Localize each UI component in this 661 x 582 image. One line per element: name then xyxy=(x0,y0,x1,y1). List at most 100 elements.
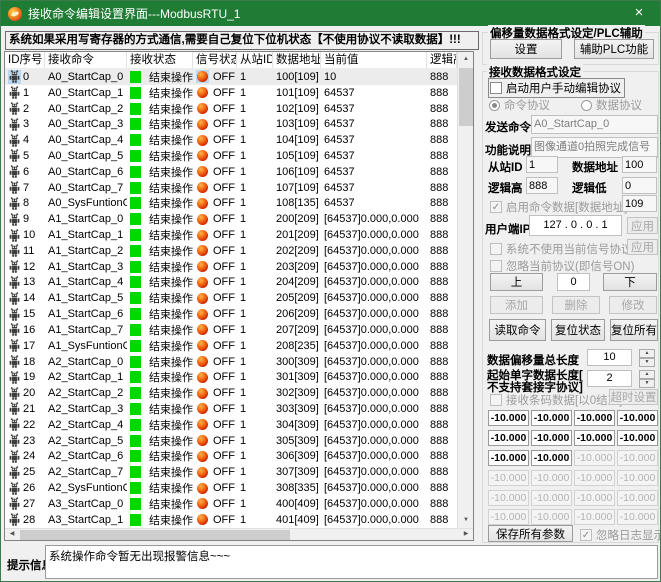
table-row[interactable]: 3 A0_StartCap_3 结束操作 OFF 1 103[109] 6453… xyxy=(5,116,457,132)
offset-value-field[interactable]: -10.000 xyxy=(574,410,615,426)
vertical-scrollbar[interactable]: ▲ ▼ xyxy=(457,52,473,528)
spin-up-icon[interactable]: ▲ xyxy=(639,349,655,358)
word-length-stepper[interactable]: ▲▼ xyxy=(639,370,655,387)
table-row[interactable]: 22 A2_StartCap_4 结束操作 OFF 1 304[309] [64… xyxy=(5,417,457,433)
table-row[interactable]: 20 A2_StartCap_2 结束操作 OFF 1 302[309] [64… xyxy=(5,385,457,401)
radio-icon[interactable] xyxy=(581,100,592,111)
column-header[interactable]: 数据地址 xyxy=(273,52,321,68)
reset-state-button[interactable]: 复位状态 xyxy=(551,319,605,341)
manual-protocol-checkbox[interactable]: 启动用户手动编辑协议 xyxy=(488,78,625,98)
spin-down-icon[interactable]: ▼ xyxy=(639,358,655,367)
offset-value-field[interactable]: -10.000 xyxy=(488,450,529,466)
checkbox-icon[interactable] xyxy=(490,243,502,255)
horizontal-scroll-thumb[interactable] xyxy=(20,530,290,540)
table-row[interactable]: 13 A1_StartCap_4 结束操作 OFF 1 204[209] [64… xyxy=(5,275,457,291)
reset-all-button[interactable]: 复位所有 xyxy=(610,319,658,341)
column-header[interactable]: 当前值 xyxy=(321,52,427,68)
table-row[interactable]: 26 A2_SysFuntionCMD 结束操作 OFF 1 308[335] … xyxy=(5,480,457,496)
table-row[interactable]: 2 A0_StartCap_2 结束操作 OFF 1 102[109] 6453… xyxy=(5,101,457,117)
radio-selected-icon[interactable] xyxy=(489,100,500,111)
table-row[interactable]: 5 A0_StartCap_5 结束操作 OFF 1 105[109] 6453… xyxy=(5,148,457,164)
table-row[interactable]: 8 A0_SysFuntionCMD 结束操作 OFF 1 108[135] 6… xyxy=(5,196,457,212)
data-addr-field[interactable]: 100 xyxy=(622,156,657,173)
scroll-down-icon[interactable]: ▼ xyxy=(458,513,474,528)
offset-value-field[interactable]: -10.000 xyxy=(617,430,658,446)
checkbox-icon[interactable] xyxy=(490,260,502,272)
table-row[interactable]: 6 A0_StartCap_6 结束操作 OFF 1 106[109] 6453… xyxy=(5,164,457,180)
row-signal: OFF xyxy=(213,371,235,383)
table-row[interactable]: 10 A1_StartCap_1 结束操作 OFF 1 201[209] [64… xyxy=(5,227,457,243)
table-row[interactable]: 16 A1_StartCap_7 结束操作 OFF 1 207[209] [64… xyxy=(5,322,457,338)
table-row[interactable]: 27 A3_StartCap_0 结束操作 OFF 1 400[409] [64… xyxy=(5,496,457,512)
offset-value-field[interactable]: -10.000 xyxy=(531,450,572,466)
spin-up-icon[interactable]: ▲ xyxy=(639,370,655,379)
offset-value-field[interactable]: -10.000 xyxy=(617,410,658,426)
column-header[interactable]: 接收命令 xyxy=(45,52,127,68)
up-button[interactable]: 上 xyxy=(490,273,543,291)
plc-helper-button[interactable]: 辅助PLC功能 xyxy=(574,39,654,59)
table-row[interactable]: 12 A1_StartCap_3 结束操作 OFF 1 203[209] [64… xyxy=(5,259,457,275)
table-row[interactable]: 25 A2_StartCap_7 结束操作 OFF 1 307[309] [64… xyxy=(5,464,457,480)
close-icon[interactable]: × xyxy=(628,3,650,23)
table-row[interactable]: 1 A0_StartCap_1 结束操作 OFF 1 101[109] 6453… xyxy=(5,85,457,101)
row-command: A1_StartCap_1 xyxy=(45,227,127,243)
set-button[interactable]: 设置 xyxy=(490,39,562,59)
scroll-left-icon[interactable]: ◀ xyxy=(5,529,19,540)
scroll-up-icon[interactable]: ▲ xyxy=(458,52,474,67)
table-row[interactable]: 17 A1_SysFuntionCMD 结束操作 OFF 1 208[235] … xyxy=(5,338,457,354)
func-desc-field[interactable]: 图像通道0拍照完成信号 xyxy=(531,137,658,158)
offset-value-field[interactable]: -10.000 xyxy=(574,430,615,446)
slave-id-field[interactable]: 1 xyxy=(526,156,558,173)
cmd-data-addr-field[interactable]: 109 xyxy=(622,195,657,212)
table-row[interactable]: 15 A1_StartCap_6 结束操作 OFF 1 206[209] [64… xyxy=(5,306,457,322)
table-row[interactable]: 9 A1_StartCap_0 结束操作 OFF 1 200[209] [645… xyxy=(5,211,457,227)
row-slave-id: 1 xyxy=(237,85,273,101)
offset-value-field[interactable]: -10.000 xyxy=(531,430,572,446)
spin-down-icon[interactable]: ▼ xyxy=(639,379,655,388)
table-row[interactable]: 0 A0_StartCap_0 结束操作 OFF 1 100[109] 10 8… xyxy=(5,69,457,85)
no-signal-protocol-checkbox[interactable]: 系统不使用当前信号协议 xyxy=(490,241,633,257)
table-row[interactable]: 18 A2_StartCap_0 结束操作 OFF 1 300[309] [64… xyxy=(5,354,457,370)
table-row[interactable]: 23 A2_StartCap_5 结束操作 OFF 1 305[309] [64… xyxy=(5,433,457,449)
table-row[interactable]: 11 A1_StartCap_2 结束操作 OFF 1 202[209] [64… xyxy=(5,243,457,259)
vertical-scroll-thumb[interactable] xyxy=(459,68,473,126)
status-message-box[interactable]: 系统操作命令暂无出现报警信息~~~ xyxy=(45,545,658,579)
send-cmd-field[interactable]: A0_StartCap_0 xyxy=(531,115,658,134)
word-length-field[interactable]: 2 xyxy=(587,370,632,387)
cmd-protocol-radio[interactable]: 命令协议 xyxy=(489,97,550,113)
save-all-button[interactable]: 保存所有参数 xyxy=(488,525,573,542)
table-row[interactable]: 21 A2_StartCap_3 结束操作 OFF 1 303[309] [64… xyxy=(5,401,457,417)
column-header[interactable]: ID序号 xyxy=(5,52,45,68)
column-header[interactable]: 接收状态 xyxy=(127,52,193,68)
column-header[interactable]: 从站ID xyxy=(237,52,273,68)
checkbox-icon[interactable] xyxy=(490,82,502,94)
logic-high-field[interactable]: 888 xyxy=(526,177,558,194)
user-ip-field[interactable]: 127 . 0 . 0 . 1 xyxy=(529,215,622,236)
checkbox-icon[interactable] xyxy=(490,394,502,406)
row-address: 103[109] xyxy=(273,116,321,132)
offset-value-field[interactable]: -10.000 xyxy=(531,410,572,426)
offset-value-field[interactable]: -10.000 xyxy=(488,430,529,446)
data-protocol-radio[interactable]: 数据协议 xyxy=(581,97,642,113)
ignore-protocol-checkbox[interactable]: 忽略当前协议(即信号ON) xyxy=(490,258,634,274)
table-row[interactable]: 7 A0_StartCap_7 结束操作 OFF 1 107[109] 6453… xyxy=(5,180,457,196)
table-row[interactable]: 24 A2_StartCap_6 结束操作 OFF 1 306[309] [64… xyxy=(5,449,457,465)
offset-length-stepper[interactable]: ▲▼ xyxy=(639,349,655,366)
row-slave-id: 1 xyxy=(237,464,273,480)
green-status-icon xyxy=(130,371,141,383)
offset-length-field[interactable]: 10 xyxy=(587,349,632,366)
table-row[interactable]: 19 A2_StartCap_1 结束操作 OFF 1 301[309] [64… xyxy=(5,369,457,385)
down-button[interactable]: 下 xyxy=(603,273,657,291)
barcode-checkbox[interactable]: 接收条码数据[以0结束] xyxy=(490,392,622,408)
table-row[interactable]: 28 A3_StartCap_1 结束操作 OFF 1 401[409] [64… xyxy=(5,512,457,528)
offset-value-field[interactable]: -10.000 xyxy=(488,410,529,426)
index-field[interactable]: 0 xyxy=(557,273,590,291)
logic-low-field[interactable]: 0 xyxy=(622,177,657,194)
scroll-right-icon[interactable]: ▶ xyxy=(459,529,473,540)
column-header[interactable]: 信号状态 xyxy=(193,52,237,68)
read-cmd-button[interactable]: 读取命令 xyxy=(489,319,546,341)
column-header[interactable]: 逻辑高值 xyxy=(427,52,457,68)
horizontal-scrollbar[interactable]: ◀ ▶ xyxy=(5,528,473,540)
table-row[interactable]: 14 A1_StartCap_5 结束操作 OFF 1 205[209] [64… xyxy=(5,290,457,306)
table-row[interactable]: 4 A0_StartCap_4 结束操作 OFF 1 104[109] 6453… xyxy=(5,132,457,148)
